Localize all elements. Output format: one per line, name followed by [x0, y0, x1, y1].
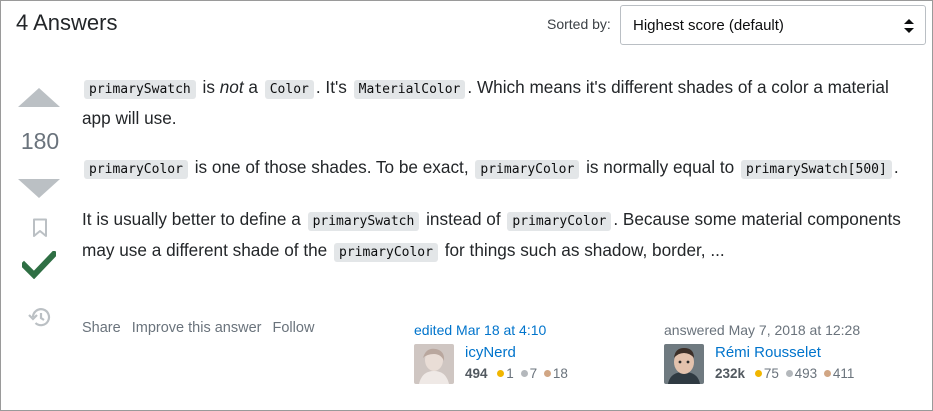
avatar[interactable]: [664, 344, 704, 384]
answer-paragraph: primaryColor is one of those shades. To …: [82, 153, 902, 184]
bronze-badge-count: 411: [832, 366, 855, 381]
inline-code: primarySwatch: [307, 212, 420, 231]
answer-paragraph: It is usually better to define a primary…: [82, 205, 902, 267]
silver-badge-count: 7: [529, 366, 538, 381]
gold-badge-count: 1: [506, 366, 514, 381]
vote-up-icon[interactable]: [18, 88, 60, 107]
inline-code: Color: [264, 80, 314, 99]
silver-badge-count: 493: [794, 366, 818, 381]
editor-user: icyNerd 494 1 7 18: [414, 344, 568, 384]
avatar[interactable]: [414, 344, 454, 384]
author-user: Rémi Rousselet 232k 75 493 411: [664, 344, 860, 384]
inline-code: primaryColor: [507, 212, 612, 231]
text: . It's: [315, 77, 352, 97]
author-reputation: 232k 75 493 411: [715, 366, 854, 381]
silver-badge-icon: [785, 370, 793, 377]
text: is: [197, 77, 220, 97]
bronze-badge-count: 18: [552, 366, 568, 381]
answer-paragraph: primarySwatch is not a Color. It's Mater…: [82, 73, 902, 132]
gold-badge-icon: [754, 370, 762, 377]
author-card: answered May 7, 2018 at 12:28 Rémi Rouss…: [664, 322, 860, 384]
gold-badge-count: 75: [763, 366, 779, 381]
sort-select[interactable]: Highest score (default): [620, 5, 926, 45]
text: is normally equal to: [581, 157, 739, 177]
text: a: [243, 77, 263, 97]
author-name-link[interactable]: Rémi Rousselet: [715, 344, 821, 361]
edited-timestamp-link[interactable]: edited Mar 18 at 4:10: [414, 322, 546, 338]
inline-code: primaryColor: [475, 160, 580, 179]
inline-code: MaterialColor: [353, 80, 466, 99]
improve-answer-link[interactable]: Improve this answer: [132, 320, 262, 336]
text: .: [893, 157, 899, 177]
post-menu: Share Improve this answer Follow: [82, 320, 321, 336]
answers-count-heading: 4 Answers: [16, 10, 118, 35]
emphasis: not: [219, 77, 244, 97]
history-icon[interactable]: [27, 306, 51, 328]
checkmark-icon: [22, 251, 56, 279]
sort-select-value: Highest score (default): [633, 17, 784, 34]
reputation-score: 232k: [715, 366, 746, 381]
bookmark-icon[interactable]: [31, 218, 49, 238]
text: instead of: [421, 209, 506, 229]
bronze-badge-icon: [823, 370, 831, 377]
answered-timestamp: answered May 7, 2018 at 12:28: [664, 322, 861, 338]
answer-body: primarySwatch is not a Color. It's Mater…: [82, 73, 902, 288]
sort-arrows-icon: [904, 19, 914, 33]
text: It is usually better to define a: [82, 209, 306, 229]
text: for things such as shadow, border, ...: [439, 240, 725, 260]
silver-badge-icon: [520, 370, 528, 377]
gold-badge-icon: [497, 370, 505, 377]
vote-count: 180: [20, 128, 60, 154]
sort-label: Sorted by:: [547, 16, 611, 32]
text: is one of those shades. To be exact,: [189, 157, 474, 177]
reputation-score: 494: [465, 366, 488, 381]
answers-panel: 4 Answers Sorted by: Highest score (defa…: [0, 0, 933, 411]
inline-code: primarySwatch: [84, 80, 196, 99]
editor-reputation: 494 1 7 18: [465, 366, 568, 381]
bronze-badge-icon: [543, 370, 551, 377]
editor-card: edited Mar 18 at 4:10 icyNerd 494 1 7 18: [414, 322, 568, 384]
share-link[interactable]: Share: [82, 320, 121, 336]
inline-code: primaryColor: [84, 160, 188, 179]
editor-name-link[interactable]: icyNerd: [465, 344, 516, 361]
inline-code: primaryColor: [334, 243, 438, 262]
inline-code: primarySwatch[500]: [740, 160, 892, 179]
vote-down-icon[interactable]: [18, 179, 60, 198]
follow-link[interactable]: Follow: [273, 320, 315, 336]
